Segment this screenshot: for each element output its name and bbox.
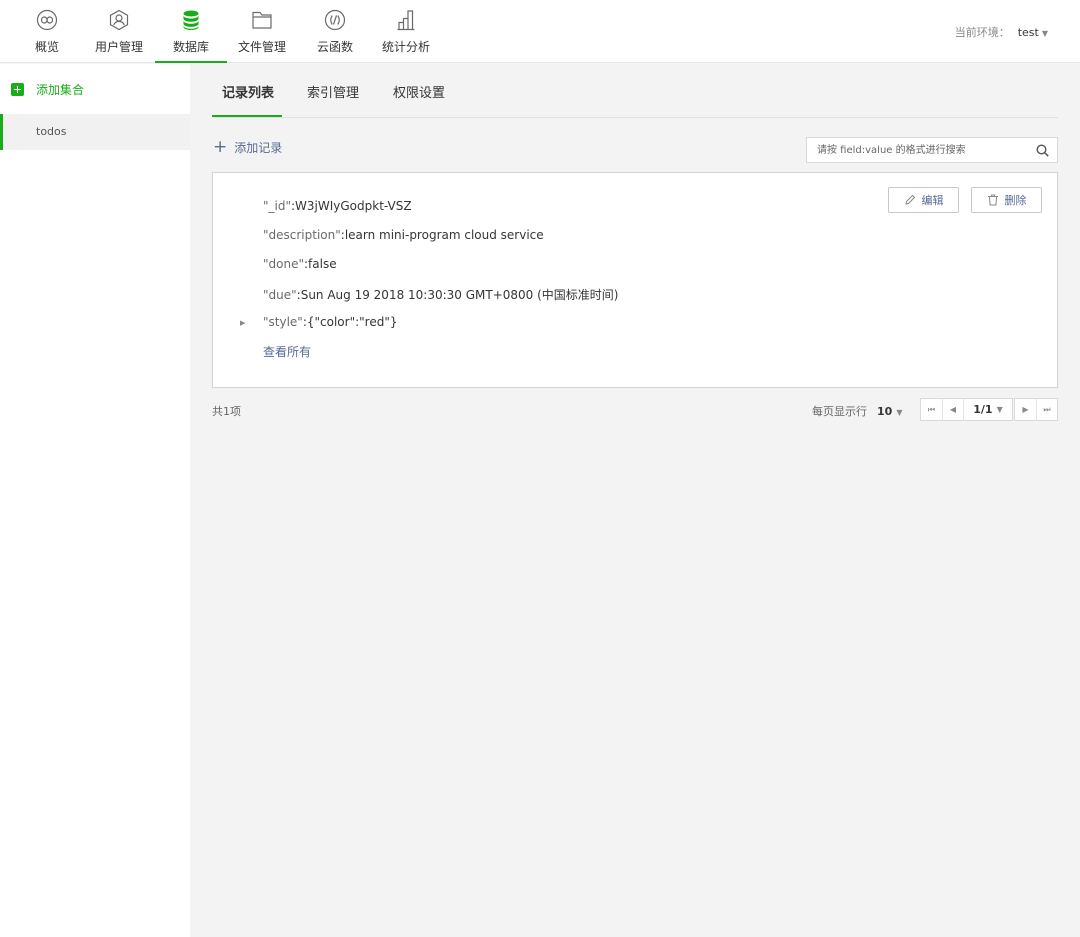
collection-sidebar: 添加集合 todos [0,64,190,937]
search-input[interactable] [807,138,1027,162]
tab-index-management[interactable]: 索引管理 [307,82,359,101]
page-selector[interactable]: 1/1 ▼ [963,399,1012,420]
nav-label: 文件管理 [237,40,286,54]
add-collection-label: 添加集合 [36,83,85,97]
add-record-button[interactable]: + 添加记录 [213,139,282,156]
nav-label: 概览 [34,40,59,54]
plus-icon: + [213,137,228,157]
field-value: {"color":"red"} [306,315,398,329]
environment-label: 当前环境： [954,26,1010,39]
delete-button[interactable]: 删除 [971,187,1042,213]
folder-icon [252,11,272,29]
field-key: "_id" [263,199,291,213]
top-navigation: 概览 用户管理 数据库 文件管理 云函数 统计分析 当前环境： test ▼ [0,0,1080,63]
record-field-description: "description":learn mini-program cloud s… [263,228,544,242]
caret-down-icon: ▼ [896,408,903,417]
first-page-icon[interactable]: ⏮ [921,399,942,420]
collection-name: todos [36,125,67,138]
caret-down-icon: ▼ [996,405,1003,414]
field-key: "style" [263,315,303,329]
nav-label: 数据库 [172,40,209,54]
search-icon[interactable] [1036,144,1049,157]
caret-down-icon: ▼ [1041,29,1048,38]
nav-label: 用户管理 [94,40,143,54]
record-field-due: "due":Sun Aug 19 2018 10:30:30 GMT+0800 … [263,286,619,303]
field-key: "description" [263,228,341,242]
last-page-icon[interactable]: ⏭ [1036,399,1057,420]
field-value: learn mini-program cloud service [344,228,544,242]
trash-icon [987,194,998,206]
record-field-done: "done":false [263,257,337,271]
add-collection-button[interactable]: 添加集合 [11,81,84,98]
delete-label: 删除 [1004,194,1027,207]
nav-item-users[interactable]: 用户管理 [94,0,144,63]
edit-button[interactable]: 编辑 [888,187,959,213]
rows-per-page-selector[interactable]: 每页显示行 10 ▼ [812,403,902,419]
overview-icon [36,9,58,31]
record-search [806,137,1058,163]
next-page-icon[interactable]: ▶ [1015,399,1036,420]
total-count: 共1项 [212,405,241,418]
nav-item-analytics[interactable]: 统计分析 [381,0,431,63]
prev-page-icon[interactable]: ◀ [942,399,963,420]
record-field-id: "_id":W3jWIyGodpkt-VSZ [263,199,412,213]
user-icon [109,9,129,31]
field-value: W3jWIyGodpkt-VSZ [295,199,412,213]
active-tab-indicator [212,115,282,117]
nav-item-overview[interactable]: 概览 [34,0,60,63]
collection-item-todos[interactable]: todos [0,114,190,150]
field-key: "due" [263,288,297,302]
rows-per-page-value: 10 [877,405,893,418]
tab-record-list[interactable]: 记录列表 [222,82,274,101]
nav-label: 云函数 [316,40,353,54]
field-value: Sun Aug 19 2018 10:30:30 GMT+0800 (中国标准时… [300,288,619,302]
edit-label: 编辑 [921,194,944,207]
pagination-left-group: ⏮ ◀ 1/1 ▼ [920,398,1013,421]
page-indicator: 1/1 [973,403,993,416]
chart-icon [397,10,415,31]
function-icon [324,9,346,31]
environment-value: test [1017,26,1039,39]
rows-per-page-label: 每页显示行 [812,405,867,418]
pagination-right-group: ▶ ⏭ [1014,398,1058,421]
nav-item-database[interactable]: 数据库 [155,0,227,63]
expand-triangle-icon[interactable]: ▶ [240,319,245,327]
record-field-style: "style":{"color":"red"} [263,315,397,329]
tab-permission-settings[interactable]: 权限设置 [393,82,445,101]
nav-item-files[interactable]: 文件管理 [237,0,287,63]
add-record-label: 添加记录 [234,141,283,155]
plus-square-icon [11,83,24,96]
environment-selector[interactable]: 当前环境： test ▼ [955,24,1048,40]
field-key: "done" [263,257,304,271]
field-value: false [308,257,337,271]
view-all-link[interactable]: 查看所有 [263,343,311,360]
record-tabs: 记录列表 索引管理 权限设置 [212,64,1058,118]
pencil-icon [904,194,915,205]
record-card: 编辑 删除 "_id":W3jWIyGodpkt-VSZ "descriptio… [212,172,1058,388]
database-icon [183,10,199,30]
nav-item-functions[interactable]: 云函数 [316,0,354,63]
nav-label: 统计分析 [381,40,430,54]
